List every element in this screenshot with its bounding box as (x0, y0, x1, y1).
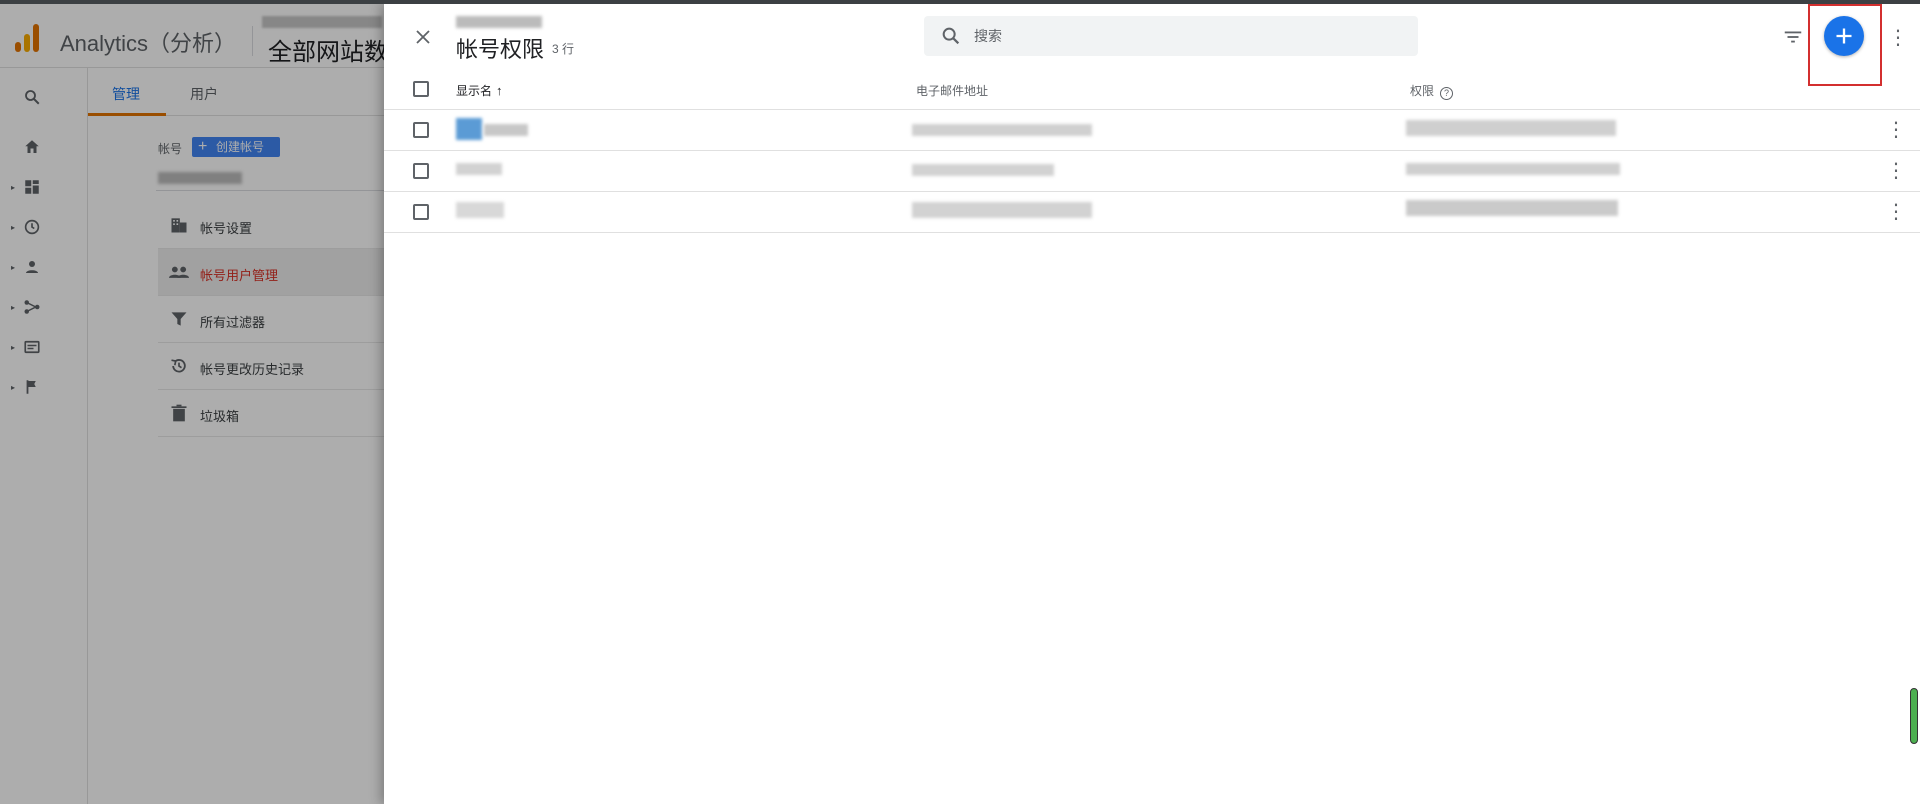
row-checkbox[interactable] (413, 204, 429, 220)
drawer-subtitle-redacted (456, 16, 542, 28)
table-row[interactable]: ⋮ (384, 192, 1920, 233)
scrollbar-thumb[interactable] (1910, 688, 1918, 744)
user-name-redacted (484, 124, 528, 136)
window-top-border (0, 0, 1920, 4)
filter-icon[interactable] (1782, 26, 1806, 50)
user-permissions-redacted (1406, 200, 1618, 216)
user-avatar-redacted (456, 118, 482, 140)
user-email-redacted (912, 124, 1092, 136)
search-input[interactable] (974, 16, 1404, 56)
table-row[interactable]: ⋮ (384, 110, 1920, 151)
column-header-email: 电子邮件地址 (916, 84, 989, 98)
column-permissions-label: 权限 (1410, 84, 1435, 98)
column-header-permissions: 权限? (1410, 82, 1454, 100)
table-header: 显示名 ↑ 电子邮件地址 权限? (384, 66, 1920, 110)
user-name-redacted (456, 163, 502, 175)
user-email-redacted (912, 164, 1054, 176)
search-icon (940, 25, 962, 47)
select-all-checkbox[interactable] (413, 81, 429, 97)
more-vert-icon[interactable]: ⋮ (1886, 200, 1906, 224)
close-icon[interactable] (408, 22, 438, 52)
account-permissions-drawer: 帐号权限 3 行 ⋮ 显示名↑ 电子邮件地址 权限? ⋮ (384, 4, 1920, 804)
row-count: 3 行 (552, 42, 575, 56)
user-email-redacted (912, 202, 1092, 218)
row-checkbox[interactable] (413, 122, 429, 138)
help-icon[interactable]: ? (1440, 87, 1454, 100)
search-bar[interactable] (924, 16, 1418, 56)
modal-scrim[interactable] (0, 0, 384, 804)
more-vert-icon[interactable]: ⋮ (1886, 159, 1906, 183)
column-name-label: 显示名 (456, 84, 493, 98)
row-checkbox[interactable] (413, 163, 429, 179)
table-row[interactable]: ⋮ (384, 151, 1920, 192)
drawer-title: 帐号权限 (456, 37, 545, 62)
sort-arrow-up-icon[interactable]: ↑ (496, 83, 503, 98)
more-vert-icon[interactable]: ⋮ (1886, 118, 1906, 142)
more-vert-icon[interactable]: ⋮ (1888, 26, 1908, 50)
user-name-redacted (456, 202, 504, 218)
column-header-name[interactable]: 显示名 ↑ (456, 82, 503, 99)
user-permissions-redacted (1406, 163, 1620, 175)
user-permissions-redacted (1406, 120, 1616, 136)
